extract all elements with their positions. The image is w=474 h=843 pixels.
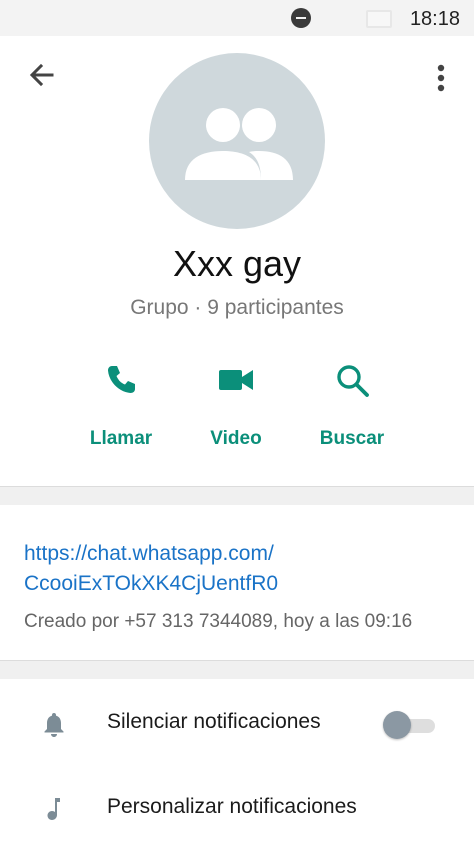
more-options-icon[interactable] [426,60,456,96]
group-subtitle: Grupo · 9 participantes [130,296,344,319]
custom-notifications-row[interactable]: Personalizar notificaciones [0,779,474,839]
battery-icon [366,10,392,28]
mute-toggle[interactable] [383,711,435,739]
status-time: 18:18 [409,8,460,30]
call-label: Llamar [89,428,153,449]
phone-icon [108,366,135,393]
created-info: Creado por +57 313 7344089, hoy a las 09… [24,611,413,632]
call-button[interactable]: Llamar [61,360,181,450]
toggle-thumb [383,711,411,739]
search-icon [337,365,369,397]
video-button[interactable]: Video [176,360,296,450]
video-icon [219,370,253,390]
invite-link-line1: https://chat.whatsapp.com/ [24,542,274,565]
section-divider [0,660,474,679]
invite-link[interactable]: https://chat.whatsapp.com/ CcooiExTOkXK4… [24,539,278,599]
group-icon [185,108,293,180]
group-avatar[interactable] [149,53,325,229]
status-bar: 18:18 [0,0,474,36]
mute-notifications-row[interactable]: Silenciar notificaciones [0,694,474,754]
bell-icon [44,713,64,737]
music-note-icon [47,798,60,820]
section-divider [0,486,474,505]
mute-notifications-label: Silenciar notificaciones [107,710,321,733]
do-not-disturb-icon [291,8,311,28]
search-label: Buscar [319,428,385,449]
back-arrow-icon[interactable] [24,58,60,94]
video-label: Video [210,428,262,449]
custom-notifications-label: Personalizar notificaciones [107,795,357,818]
search-button[interactable]: Buscar [292,360,412,450]
invite-link-line2: CcooiExTOkXK4CjUentfR0 [24,572,279,595]
group-name: Xxx gay [172,243,302,284]
